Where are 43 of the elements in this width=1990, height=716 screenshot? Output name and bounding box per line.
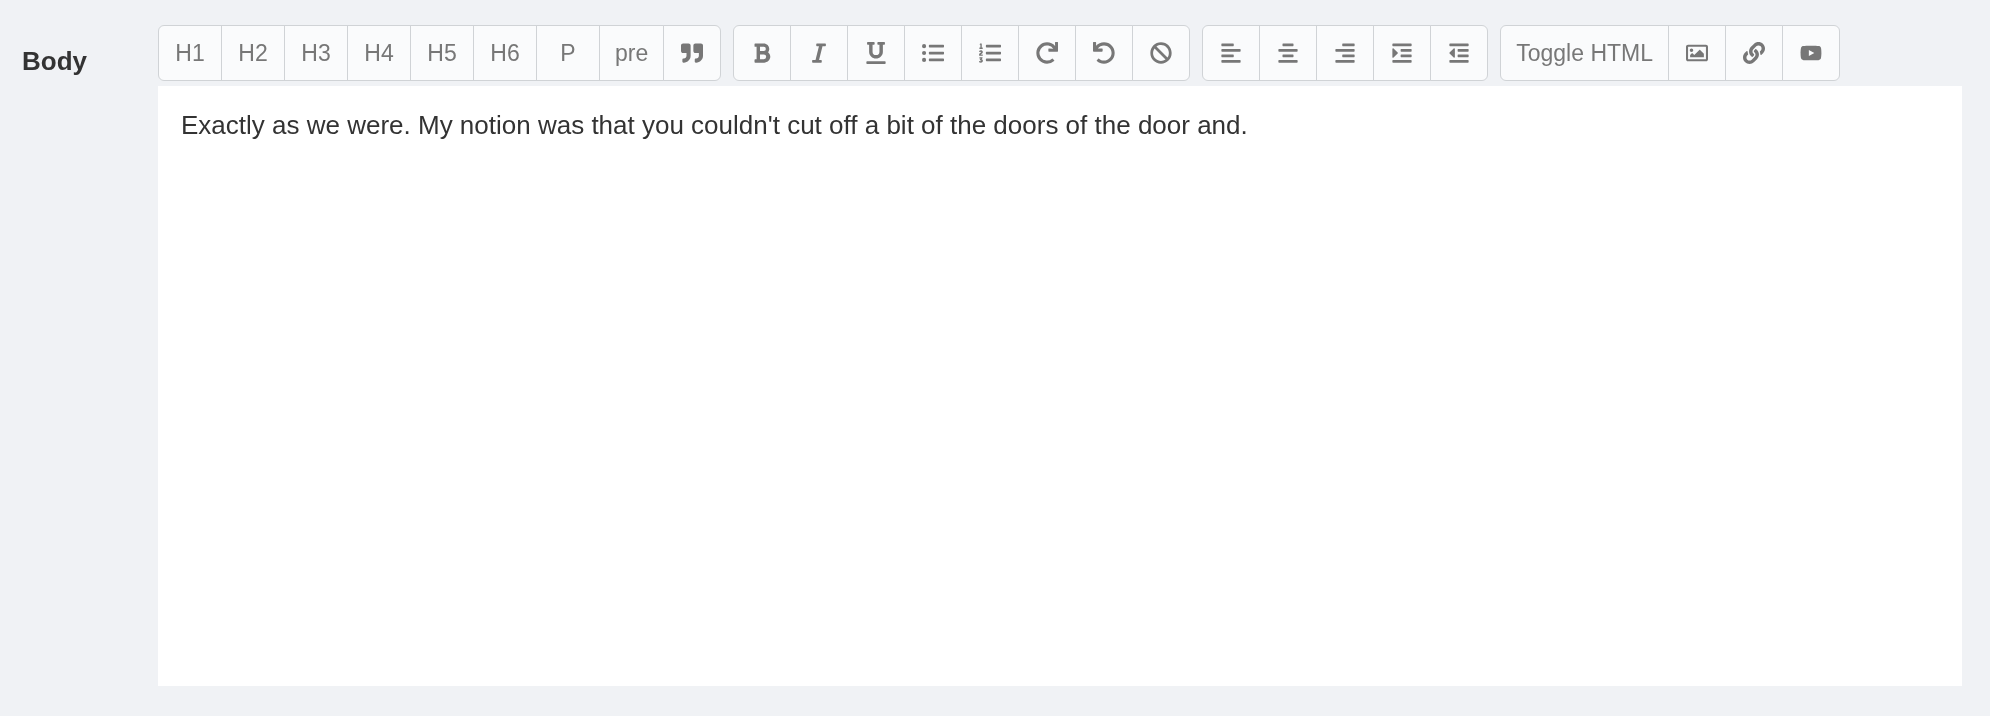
toolbar-button[interactable] (1316, 25, 1375, 81)
toolbar-button[interactable]: H1 (158, 25, 222, 81)
toolbar-button[interactable] (1259, 25, 1318, 81)
undo-icon (1093, 42, 1116, 64)
toolbar-button[interactable]: pre (599, 25, 665, 81)
toolbar-button[interactable]: Toggle HTML (1500, 25, 1670, 81)
editor-field[interactable]: Exactly as we were. My notion was that you couldn't cut off a bit of the doors of the door and. (158, 86, 1962, 686)
toolbar-button[interactable]: P (536, 25, 600, 81)
image-icon (1686, 42, 1709, 64)
toolbar-button[interactable] (1668, 25, 1727, 81)
underline-icon (865, 42, 888, 64)
toolbar-button[interactable] (1075, 25, 1134, 81)
toolbar-button[interactable] (790, 25, 849, 81)
toolbar-button[interactable] (1018, 25, 1077, 81)
toolbar-button[interactable] (904, 25, 963, 81)
align-right-icon (1334, 42, 1357, 64)
editor-text: Exactly as we were. My notion was that you couldn't cut off a bit of the doors of the door and. (181, 109, 1249, 142)
link-icon (1743, 42, 1766, 64)
field-label: Body (22, 46, 87, 76)
redo-icon (1036, 42, 1059, 64)
toolbar-button[interactable] (961, 25, 1020, 81)
toolbar-button[interactable]: H2 (221, 25, 285, 81)
toolbar-button[interactable]: H3 (284, 25, 348, 81)
toolbar-button[interactable] (1373, 25, 1432, 81)
align-center-icon (1277, 42, 1300, 64)
toolbar-button[interactable] (1725, 25, 1784, 81)
bullet-list-icon (922, 42, 945, 64)
toolbar-button[interactable]: H6 (473, 25, 537, 81)
toolbar-button[interactable] (1132, 25, 1191, 81)
numbered-list-icon (979, 42, 1002, 64)
indent-icon (1391, 42, 1414, 64)
toolbar-button[interactable] (1430, 25, 1489, 81)
toolbar-button[interactable] (1782, 25, 1841, 81)
clear-format-icon (1150, 42, 1173, 64)
toolbar-button[interactable] (733, 25, 792, 81)
toolbar-button[interactable] (1202, 25, 1261, 81)
toolbar-button[interactable]: H5 (410, 25, 474, 81)
toolbar-button[interactable]: H4 (347, 25, 411, 81)
quote-icon (681, 42, 704, 64)
align-left-icon (1220, 42, 1243, 64)
outdent-icon (1448, 42, 1471, 64)
toolbar-button[interactable] (663, 25, 722, 81)
toolbar-button[interactable] (847, 25, 906, 81)
